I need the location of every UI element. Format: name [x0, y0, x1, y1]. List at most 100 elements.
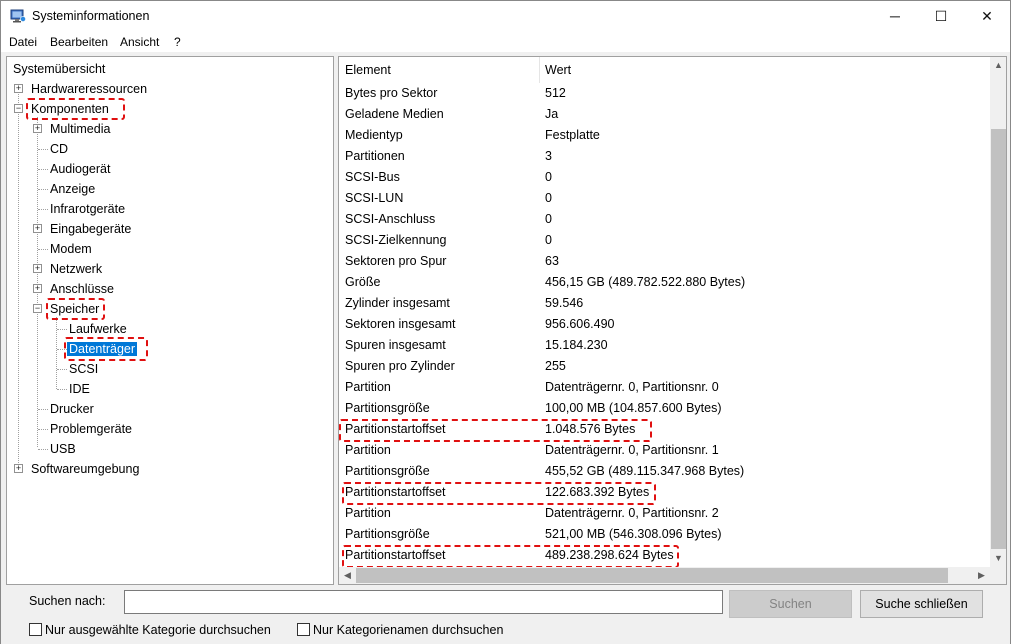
tree-item-speicher[interactable]: Speicher — [48, 300, 101, 318]
collapse-minus-icon[interactable]: − — [14, 104, 23, 113]
list-row[interactable]: Größe 456,15 GB (489.782.522.880 Bytes) — [339, 272, 990, 293]
list-row[interactable]: Sektoren pro Spur 63 — [339, 251, 990, 272]
tree-item-netzwerk[interactable]: Netzwerk — [48, 260, 104, 278]
tree-line — [38, 449, 48, 450]
tree-item-infrarotgeraete[interactable]: Infrarotgeräte — [48, 200, 127, 218]
list-row[interactable]: Zylinder insgesamt 59.546 — [339, 293, 990, 314]
expand-plus-icon[interactable]: + — [33, 224, 42, 233]
checkbox-box[interactable] — [29, 623, 42, 636]
column-header-element[interactable]: Element — [339, 57, 391, 83]
cell-value: Datenträgernr. 0, Partitionsnr. 0 — [545, 380, 719, 394]
tree-item-eingabegeraete[interactable]: Eingabegeräte — [48, 220, 133, 238]
list-row[interactable]: Partition Datenträgernr. 0, Partitionsnr.… — [339, 377, 990, 398]
expand-plus-icon[interactable]: + — [14, 84, 23, 93]
tree-line — [56, 317, 57, 389]
list-row[interactable]: SCSI-Bus 0 — [339, 167, 990, 188]
tree-item-problemgeraete[interactable]: Problemgeräte — [48, 420, 134, 438]
scroll-left-icon[interactable]: ◀ — [339, 567, 356, 584]
search-label: Suchen nach: — [29, 594, 106, 608]
list-row[interactable]: Partitionsgröße 455,52 GB (489.115.347.96… — [339, 461, 990, 482]
list-row[interactable]: Bytes pro Sektor 512 — [339, 83, 990, 104]
checkbox-label: Nur Kategorienamen durchsuchen — [313, 623, 504, 637]
tree-item-anschluesse[interactable]: Anschlüsse — [48, 280, 116, 298]
scrollbar-thumb[interactable] — [991, 129, 1006, 549]
scroll-right-icon[interactable]: ▶ — [973, 567, 990, 584]
list-row[interactable]: Partition Datenträgernr. 0, Partitionsnr.… — [339, 440, 990, 461]
cell-value: 0 — [545, 191, 552, 205]
tree-item-komponenten[interactable]: Komponenten — [29, 100, 111, 118]
list-row[interactable]: SCSI-Zielkennung 0 — [339, 230, 990, 251]
cell-value: 255 — [545, 359, 566, 373]
tree-line — [57, 389, 67, 390]
tree-item-modem[interactable]: Modem — [48, 240, 94, 258]
tree-line — [57, 329, 67, 330]
list-row[interactable]: Medientyp Festplatte — [339, 125, 990, 146]
tree-item-hardwareressourcen[interactable]: Hardwareressourcen — [29, 80, 149, 98]
expand-plus-icon[interactable]: + — [33, 124, 42, 133]
minimize-button[interactable]: ─ — [872, 1, 918, 32]
menu-help[interactable]: ? — [174, 35, 181, 49]
maximize-button[interactable]: ☐ — [918, 1, 964, 32]
scroll-up-icon[interactable]: ▲ — [990, 57, 1006, 74]
cell-element: Partitionsgröße — [345, 527, 430, 541]
search-input[interactable] — [124, 590, 723, 614]
cell-value: 0 — [545, 212, 552, 226]
close-search-button[interactable]: Suche schließen — [860, 590, 983, 618]
title-bar[interactable]: Systeminformationen ─ ☐ ✕ — [1, 1, 1010, 32]
tree-item-multimedia[interactable]: Multimedia — [48, 120, 112, 138]
tree-line — [38, 409, 48, 410]
cell-value: Datenträgernr. 0, Partitionsnr. 1 — [545, 443, 719, 457]
vertical-scrollbar[interactable]: ▲ ▼ — [990, 57, 1006, 567]
expand-plus-icon[interactable]: + — [33, 284, 42, 293]
tree-item-ide[interactable]: IDE — [67, 380, 92, 398]
tree-root[interactable]: Systemübersicht — [11, 60, 107, 78]
category-tree[interactable]: Systemübersicht + Hardwareressourcen − K… — [6, 56, 334, 585]
scrollbar-corner — [990, 567, 1006, 584]
list-row[interactable]: Partitionsgröße 521,00 MB (546.308.096 By… — [339, 524, 990, 545]
list-row[interactable]: SCSI-Anschluss 0 — [339, 209, 990, 230]
tree-item-usb[interactable]: USB — [48, 440, 78, 458]
column-header-wert[interactable]: Wert — [539, 57, 571, 83]
menu-datei[interactable]: Datei — [9, 35, 37, 49]
category-names-checkbox[interactable]: Nur Kategorienamen durchsuchen — [297, 622, 503, 639]
list-row[interactable]: Sektoren insgesamt 956.606.490 — [339, 314, 990, 335]
list-row[interactable]: Partitionsgröße 100,00 MB (104.857.600 By… — [339, 398, 990, 419]
tree-item-laufwerke[interactable]: Laufwerke — [67, 320, 129, 338]
close-button[interactable]: ✕ — [964, 1, 1010, 32]
tree-item-drucker[interactable]: Drucker — [48, 400, 96, 418]
selected-category-checkbox[interactable]: Nur ausgewählte Kategorie durchsuchen — [29, 622, 271, 639]
list-row[interactable]: Partitionen 3 — [339, 146, 990, 167]
search-button[interactable]: Suchen — [729, 590, 852, 618]
cell-element: SCSI-Zielkennung — [345, 233, 447, 247]
list-row[interactable]: SCSI-LUN 0 — [339, 188, 990, 209]
tree-item-softwareumgebung[interactable]: Softwareumgebung — [29, 460, 141, 478]
menu-ansicht[interactable]: Ansicht — [120, 35, 159, 49]
list-row[interactable]: Spuren pro Zylinder 255 — [339, 356, 990, 377]
tree-item-scsi[interactable]: SCSI — [67, 360, 100, 378]
scroll-down-icon[interactable]: ▼ — [990, 550, 1006, 567]
cell-element: Partitionsgröße — [345, 464, 430, 478]
list-row[interactable]: Partitionstartoffset 489.238.298.624 Byte… — [339, 545, 990, 566]
scrollbar-thumb[interactable] — [356, 568, 948, 583]
list-row[interactable]: Partitionstartoffset 122.683.392 Bytes — [339, 482, 990, 503]
tree-item-anzeige[interactable]: Anzeige — [48, 180, 97, 198]
expand-plus-icon[interactable]: + — [14, 464, 23, 473]
tree-item-cd[interactable]: CD — [48, 140, 70, 158]
menu-bearbeiten[interactable]: Bearbeiten — [50, 35, 108, 49]
collapse-minus-icon[interactable]: − — [33, 304, 42, 313]
menu-bar: Datei Bearbeiten Ansicht ? — [1, 32, 1010, 52]
list-row[interactable]: Partitionstartoffset 1.048.576 Bytes — [339, 419, 990, 440]
list-row[interactable]: Geladene Medien Ja — [339, 104, 990, 125]
cell-value: 956.606.490 — [545, 317, 615, 331]
cell-value: Festplatte — [545, 128, 600, 142]
list-row[interactable]: Spuren insgesamt 15.184.230 — [339, 335, 990, 356]
tree-item-datentraeger[interactable]: Datenträger — [67, 340, 138, 358]
horizontal-scrollbar[interactable]: ◀ ▶ — [339, 567, 990, 584]
cell-value: 0 — [545, 233, 552, 247]
details-list[interactable]: Element Wert Bytes pro Sektor 512 Geladene… — [338, 56, 1007, 585]
tree-item-audiogeraet[interactable]: Audiogerät — [48, 160, 112, 178]
expand-plus-icon[interactable]: + — [33, 264, 42, 273]
list-row[interactable]: Partition Datenträgernr. 0, Partitionsnr.… — [339, 503, 990, 524]
tree-line — [38, 149, 48, 150]
checkbox-box[interactable] — [297, 623, 310, 636]
